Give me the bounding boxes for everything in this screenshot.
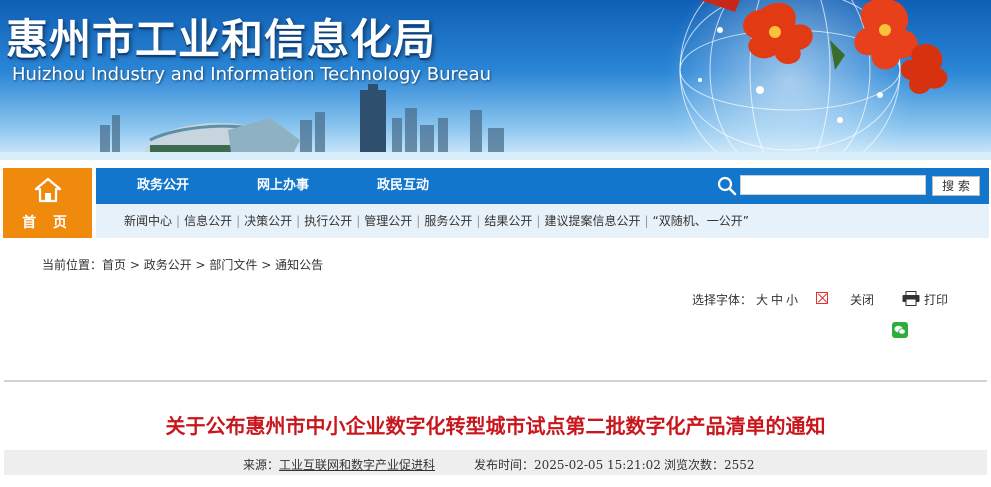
header-banner: 惠州市工业和信息化局 Huizhou Industry and Informat…: [0, 0, 991, 160]
home-label: 首 页: [22, 215, 73, 231]
breadcrumb-separator: >: [126, 258, 144, 272]
breadcrumb: 当前位置：首页 > 政务公开 > 部门文件 > 通知公告: [42, 256, 323, 273]
subnav-item-news-center[interactable]: 新闻中心: [124, 214, 172, 228]
home-button[interactable]: 首 页: [3, 168, 92, 238]
nav-item-public-interaction[interactable]: 政民互动: [377, 168, 429, 204]
font-size-large[interactable]: 大: [756, 291, 768, 308]
wechat-icon[interactable]: [892, 322, 908, 338]
breadcrumb-label: 当前位置：: [42, 258, 103, 272]
site-title: 惠州市工业和信息化局: [6, 15, 437, 64]
search-input[interactable]: [740, 175, 926, 195]
subnav-separator: |: [476, 214, 481, 228]
article-views: 浏览次数：2552: [664, 456, 755, 473]
nav-item-online-services[interactable]: 网上办事: [257, 168, 309, 204]
subnav-separator: |: [236, 214, 241, 228]
font-size-small[interactable]: 小: [786, 291, 798, 308]
site-subtitle: Huizhou Industry and Information Technol…: [12, 64, 492, 85]
subnav-separator: |: [416, 214, 421, 228]
font-size-label: 选择字体：: [692, 293, 753, 307]
subnav-separator: |: [644, 214, 649, 228]
subnav-item-proposal-disclosure[interactable]: 建议提案信息公开: [544, 214, 640, 228]
published-value: 2025-02-05 15:21:02: [534, 458, 661, 472]
subnav-item-management-disclosure[interactable]: 管理公开: [364, 214, 412, 228]
subnav-item-execution-disclosure[interactable]: 执行公开: [304, 214, 352, 228]
close-icon[interactable]: [816, 292, 828, 304]
views-value: 2552: [724, 458, 755, 472]
main-nav: 政务公开 网上办事 政民互动 搜 索: [96, 168, 989, 204]
printer-icon[interactable]: [902, 291, 920, 306]
nav-item-gov-affairs[interactable]: 政务公开: [137, 168, 189, 204]
views-label: 浏览次数：: [664, 458, 725, 472]
breadcrumb-separator: >: [191, 258, 210, 272]
close-button[interactable]: 关闭: [850, 291, 874, 308]
subnav-separator: |: [356, 214, 361, 228]
breadcrumb-item-gov-affairs[interactable]: 政务公开: [144, 258, 192, 272]
print-button[interactable]: 打印: [924, 291, 948, 308]
subnav-item-decision-disclosure[interactable]: 决策公开: [244, 214, 292, 228]
source-link[interactable]: 工业互联网和数字产业促进科: [279, 458, 435, 472]
article-source: 来源：工业互联网和数字产业促进科: [243, 456, 435, 473]
breadcrumb-item-dept-docs[interactable]: 部门文件: [209, 258, 257, 272]
published-label: 发布时间：: [474, 458, 535, 472]
home-icon: [34, 177, 62, 203]
subnav-separator: |: [536, 214, 541, 228]
subnav-item-info-disclosure[interactable]: 信息公开: [184, 214, 232, 228]
sub-nav: 新闻中心 | 信息公开 | 决策公开 | 执行公开 | 管理公开 | 服务公开 | 结果公开 | 建议提案信…: [96, 204, 989, 238]
search-icon[interactable]: [717, 176, 737, 196]
breadcrumb-item-notices[interactable]: 通知公告: [275, 258, 323, 272]
subnav-item-result-disclosure[interactable]: 结果公开: [484, 214, 532, 228]
search-button[interactable]: 搜 索: [932, 176, 980, 196]
content-divider: [4, 380, 987, 382]
article-title: 关于公布惠州市中小企业数字化转型城市试点第二批数字化产品清单的通知: [165, 414, 826, 438]
breadcrumb-separator: >: [257, 258, 276, 272]
subnav-separator: |: [296, 214, 301, 228]
article-published: 发布时间：2025-02-05 15:21:02: [474, 456, 661, 473]
breadcrumb-item-home[interactable]: 首页: [102, 258, 126, 272]
subnav-separator: |: [176, 214, 181, 228]
subnav-item-double-random[interactable]: “双随机、一公开”: [653, 214, 749, 228]
source-label: 来源：: [243, 458, 280, 472]
font-size-medium[interactable]: 中: [771, 291, 783, 308]
subnav-item-service-disclosure[interactable]: 服务公开: [424, 214, 472, 228]
